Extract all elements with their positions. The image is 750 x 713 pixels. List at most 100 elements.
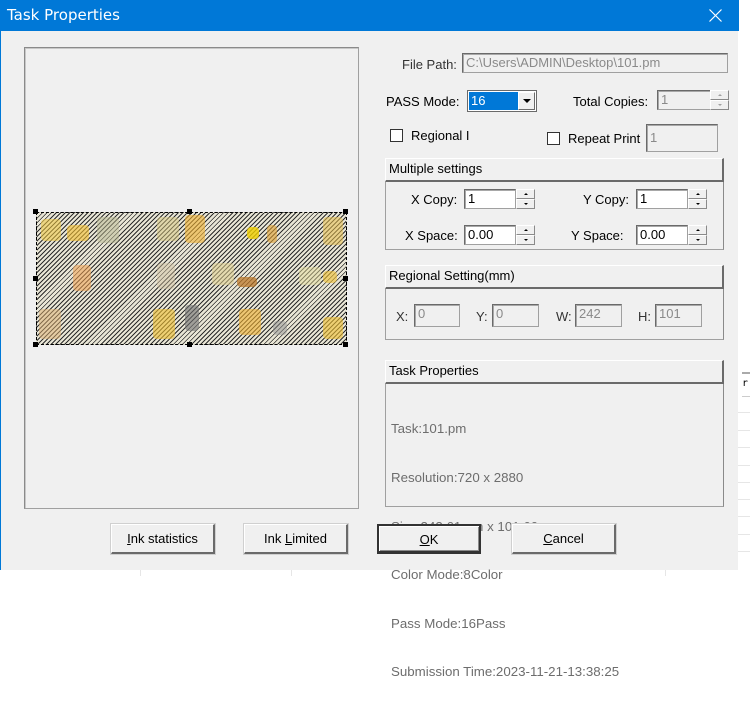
resize-handle[interactable] <box>343 276 348 281</box>
task-properties-dialog: Task Properties File Path: C:\Users\ADMI… <box>0 0 739 679</box>
resize-handle[interactable] <box>187 342 192 347</box>
background-column-divider <box>665 570 666 576</box>
image-thumbnail-element <box>157 263 175 289</box>
image-thumbnail-element <box>153 309 175 339</box>
image-thumbnail-element <box>247 227 259 239</box>
image-thumbnail-element <box>267 225 277 243</box>
total-copies-spinner[interactable] <box>710 90 729 110</box>
file-path-field[interactable]: C:\Users\ADMIN\Desktop\101.pm <box>462 53 728 73</box>
x-copy-label: X Copy: <box>411 192 458 207</box>
spin-up-icon[interactable] <box>688 225 707 235</box>
repeat-print-label: Repeat Print <box>568 131 641 146</box>
ink-statistics-button[interactable]: Ink statistics <box>111 524 215 554</box>
background-row-line <box>738 412 750 413</box>
repeat-print-checkbox[interactable] <box>547 132 560 145</box>
image-thumbnail-element <box>323 317 343 339</box>
background-window <box>738 0 750 576</box>
resize-handle[interactable] <box>33 276 38 281</box>
y-space-field[interactable]: 0.00 <box>636 225 688 245</box>
spin-up-icon[interactable] <box>516 189 535 199</box>
spin-down-icon[interactable] <box>516 199 535 209</box>
total-copies-label: Total Copies: <box>573 94 649 109</box>
ink-limited-button[interactable]: Ink Limited <box>244 524 348 554</box>
background-row-line <box>738 499 750 500</box>
image-thumbnail-element <box>185 305 199 331</box>
total-copies-field[interactable]: 1 <box>657 90 711 110</box>
x-space-field[interactable]: 0.00 <box>464 225 516 245</box>
regional-setting-header: Regional Setting(mm) <box>385 265 724 289</box>
resolution-line: Resolution:720 x 2880 <box>391 470 524 486</box>
image-thumbnail-element <box>323 217 343 245</box>
resize-handle[interactable] <box>33 209 38 214</box>
background-row-line <box>738 551 750 552</box>
region-w-field[interactable]: 242 <box>575 304 622 327</box>
region-y-field[interactable]: 0 <box>492 304 539 327</box>
print-preview-panel <box>24 47 359 509</box>
y-copy-label: Y Copy: <box>583 192 630 207</box>
x-space-spinner[interactable] <box>516 225 535 245</box>
button-label: nk statistics <box>130 531 198 546</box>
spin-up-icon[interactable] <box>688 189 707 199</box>
task-name-line: Task:101.pm <box>391 421 467 437</box>
image-thumbnail-element <box>273 321 287 335</box>
close-button[interactable] <box>693 0 739 31</box>
background-row-line <box>738 534 750 535</box>
close-icon <box>709 9 722 22</box>
spin-up-icon[interactable] <box>710 90 729 100</box>
spin-down-icon[interactable] <box>710 100 729 110</box>
image-thumbnail-element <box>239 309 261 335</box>
image-thumbnail-element <box>323 271 337 283</box>
resize-handle[interactable] <box>343 342 348 347</box>
image-thumbnail-element <box>97 217 119 243</box>
background-row-line <box>738 482 750 483</box>
image-thumbnail-element <box>157 217 179 241</box>
multiple-settings-header: Multiple settings <box>385 158 724 182</box>
y-space-spinner[interactable] <box>688 225 707 245</box>
y-space-label: Y Space: <box>571 228 624 243</box>
y-copy-spinner[interactable] <box>688 189 707 209</box>
ok-button[interactable]: OK <box>377 524 481 554</box>
background-row-line <box>738 465 750 466</box>
print-image-selection[interactable] <box>36 212 347 345</box>
regional-checkbox[interactable] <box>390 129 403 142</box>
image-thumbnail-element <box>73 265 91 291</box>
region-y-label: Y: <box>476 309 488 324</box>
pass-mode-selected-value: 16 <box>469 92 519 110</box>
x-copy-field[interactable]: 1 <box>464 189 516 209</box>
task-properties-header: Task Properties <box>385 360 724 384</box>
button-label: Ink <box>264 531 286 546</box>
spin-down-icon[interactable] <box>516 235 535 245</box>
spin-down-icon[interactable] <box>688 199 707 209</box>
background-window-bottom <box>0 570 750 576</box>
button-label: ancel <box>552 531 584 546</box>
background-column-divider <box>291 570 292 576</box>
resize-handle[interactable] <box>343 209 348 214</box>
spin-down-icon[interactable] <box>688 235 707 245</box>
image-thumbnail-element <box>39 309 61 339</box>
window-title: Task Properties <box>7 6 120 24</box>
button-label: K <box>429 532 439 547</box>
image-thumbnail-element <box>67 225 89 241</box>
repeat-print-count-field[interactable]: 1 <box>646 124 718 152</box>
regional-label: Regional I <box>411 128 470 143</box>
pass-mode-label: PASS Mode: <box>386 94 460 109</box>
image-thumbnail-element <box>185 215 205 243</box>
background-row-line <box>738 430 750 431</box>
region-h-field[interactable]: 101 <box>655 304 702 327</box>
image-thumbnail-element <box>41 219 61 241</box>
cancel-button[interactable]: Cancel <box>512 524 616 554</box>
pass-mode-dropdown[interactable]: 16 <box>467 90 537 112</box>
title-bar[interactable]: Task Properties <box>1 0 739 31</box>
mnemonic: C <box>543 531 553 546</box>
y-copy-field[interactable]: 1 <box>636 189 688 209</box>
resize-handle[interactable] <box>187 209 192 214</box>
file-path-label: File Path: <box>402 57 457 72</box>
spin-up-icon[interactable] <box>516 225 535 235</box>
dropdown-arrow-icon[interactable] <box>518 92 535 110</box>
mnemonic: O <box>419 532 430 547</box>
region-w-label: W: <box>556 309 572 324</box>
background-row-line <box>738 516 750 517</box>
resize-handle[interactable] <box>33 342 38 347</box>
region-x-field[interactable]: 0 <box>414 304 460 327</box>
x-copy-spinner[interactable] <box>516 189 535 209</box>
